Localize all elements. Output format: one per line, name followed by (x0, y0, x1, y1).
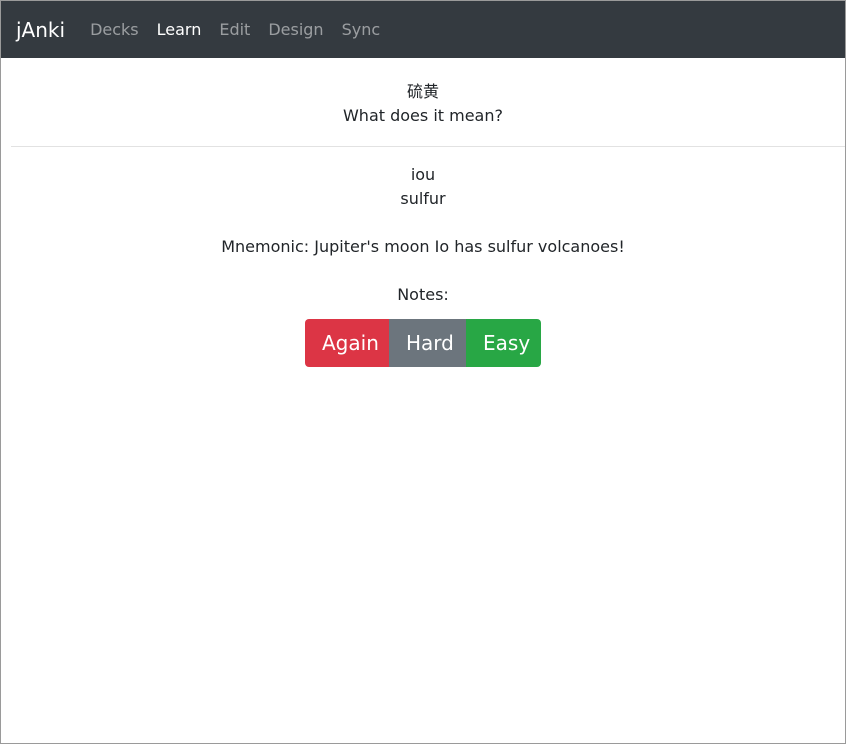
card-reading: iou (410, 165, 436, 184)
nav-sync[interactable]: Sync (342, 20, 381, 39)
top-navbar: jAnki Decks Learn Edit Design Sync (1, 1, 845, 58)
card-term: 硫黄 (406, 82, 439, 101)
card-front: 硫黄 What does it mean? (1, 58, 845, 128)
answer-button-group: Again Hard Easy (1, 319, 845, 367)
card-meaning: sulfur (400, 189, 446, 208)
nav-learn[interactable]: Learn (157, 20, 202, 39)
card-mnemonic: Mnemonic: Jupiter's moon Io has sulfur v… (221, 237, 625, 256)
hard-button[interactable]: Hard (389, 319, 466, 367)
card-prompt: What does it mean? (342, 106, 503, 125)
card-notes: Notes: (397, 285, 449, 304)
learn-view: 硫黄 What does it mean? iou sulfur Mnemoni… (1, 58, 845, 367)
brand-logo[interactable]: jAnki (16, 18, 65, 42)
again-button[interactable]: Again (305, 319, 389, 367)
card-back: iou sulfur Mnemonic: Jupiter's moon Io h… (1, 147, 845, 307)
easy-button[interactable]: Easy (466, 319, 541, 367)
nav-edit[interactable]: Edit (219, 20, 250, 39)
nav-design[interactable]: Design (268, 20, 323, 39)
nav-decks[interactable]: Decks (90, 20, 139, 39)
